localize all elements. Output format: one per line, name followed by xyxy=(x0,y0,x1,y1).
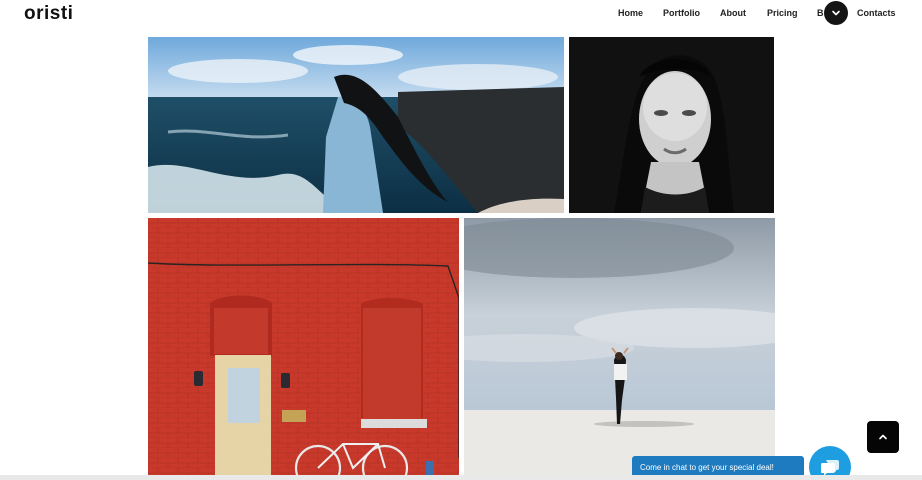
gallery-photo-woman-sand[interactable] xyxy=(464,218,775,475)
nav-link-b[interactable]: B xyxy=(817,8,824,18)
site-header: oristi Home Portfolio About Pricing B Co… xyxy=(0,0,922,30)
chevron-down-icon xyxy=(832,10,840,16)
photo-image xyxy=(148,218,459,475)
scroll-to-top-button[interactable] xyxy=(867,421,899,453)
nav-link-portfolio[interactable]: Portfolio xyxy=(663,8,700,18)
gallery-photo-red-brick-wall[interactable] xyxy=(148,218,459,475)
chat-bubble-icon xyxy=(821,460,839,476)
dropdown-toggle-button[interactable] xyxy=(824,1,848,25)
main-nav: Home Portfolio About Pricing B Contacts xyxy=(0,8,922,22)
page: oristi Home Portfolio About Pricing B Co… xyxy=(0,0,922,480)
photo-image xyxy=(569,37,774,213)
nav-link-pricing[interactable]: Pricing xyxy=(767,8,798,18)
photo-image xyxy=(464,218,775,475)
nav-link-home[interactable]: Home xyxy=(618,8,643,18)
nav-link-about[interactable]: About xyxy=(720,8,746,18)
gallery-photo-woman-portrait[interactable] xyxy=(569,37,774,213)
gallery-photo-woman-coast[interactable] xyxy=(148,37,564,213)
chevron-up-icon xyxy=(879,434,887,440)
photo-image xyxy=(148,37,564,213)
nav-link-contacts[interactable]: Contacts xyxy=(857,8,896,18)
bottom-scroll-bar xyxy=(0,475,922,480)
